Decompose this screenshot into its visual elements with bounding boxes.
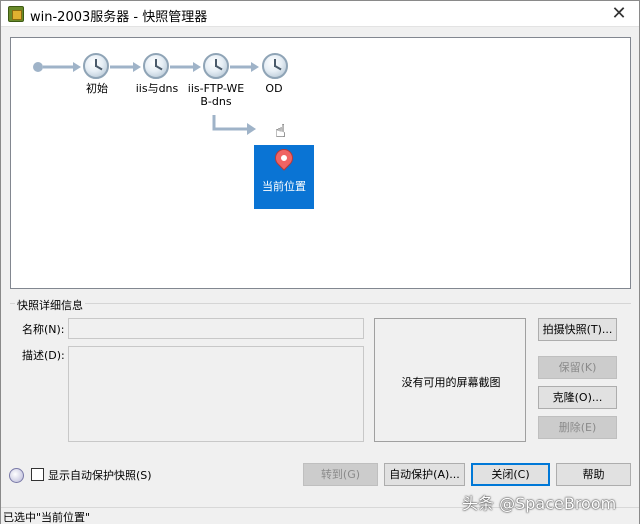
window-title: win-2003服务器 - 快照管理器 (30, 10, 208, 25)
snapshot-label-line: B-dns (200, 95, 232, 108)
take-snapshot-button[interactable]: 拍摄快照(T)... (538, 318, 617, 341)
hand-cursor-icon: ☝ (275, 121, 286, 142)
snapshot-clock-icon[interactable] (83, 53, 109, 79)
snapshot-label-line: iis-FTP-WE (187, 82, 245, 95)
current-position-node[interactable]: 当前位置 (254, 145, 314, 209)
screenshot-preview: 没有可用的屏幕截图 (374, 318, 526, 442)
vmware-app-icon (8, 6, 24, 22)
snapshot-manager-window: win-2003服务器 - 快照管理器 ✕ 初始 iis与dns iis-FTP… (0, 0, 640, 524)
snapshot-clock-icon[interactable] (262, 53, 288, 79)
goto-button[interactable]: 转到(G) (303, 463, 378, 486)
tree-root-dot (33, 62, 43, 72)
map-pin-icon (271, 145, 297, 171)
clone-button[interactable]: 克隆(O)... (538, 386, 617, 409)
snapshot-tree-canvas[interactable]: 初始 iis与dns iis-FTP-WE B-dns OD ☝ 当前位置 (10, 37, 631, 289)
delete-button[interactable]: 删除(E) (538, 416, 617, 439)
close-button[interactable]: 关闭(C) (471, 463, 550, 486)
keep-button[interactable]: 保留(K) (538, 356, 617, 379)
status-text: 已选中"当前位置" (3, 511, 91, 524)
snapshot-label-iis-dns[interactable]: iis与dns (129, 82, 185, 95)
autoprotect-button[interactable]: 自动保护(A)... (384, 463, 465, 486)
snapshot-clock-icon[interactable] (203, 53, 229, 79)
snapshot-label-initial[interactable]: 初始 (71, 82, 123, 95)
description-field[interactable] (68, 346, 364, 442)
autoprotect-status-icon (9, 468, 24, 483)
snapshot-details-title: 快照详细信息 (15, 297, 85, 313)
help-button[interactable]: 帮助 (556, 463, 631, 486)
connector-arrow (247, 123, 256, 135)
watermark-text: 头条 @SpaceBroom (462, 494, 617, 513)
name-field[interactable] (68, 318, 364, 339)
connector-arrow (251, 62, 259, 72)
connector-line (212, 115, 249, 131)
snapshot-clock-icon[interactable] (143, 53, 169, 79)
close-window-icon[interactable]: ✕ (607, 3, 631, 25)
connector-arrow (133, 62, 141, 72)
connector-arrow (73, 62, 81, 72)
no-screenshot-text: 没有可用的屏幕截图 (401, 376, 501, 389)
name-label: 名称(N): (22, 323, 65, 336)
title-bar: win-2003服务器 - 快照管理器 ✕ (1, 1, 639, 27)
snapshot-label-od[interactable]: OD (257, 82, 291, 95)
current-position-label: 当前位置 (262, 180, 306, 193)
show-autoprotect-checkbox[interactable] (31, 468, 44, 481)
snapshot-label-iis-ftp-web-dns[interactable]: iis-FTP-WE B-dns (185, 82, 247, 108)
connector-arrow (193, 62, 201, 72)
description-label: 描述(D): (22, 349, 65, 362)
show-autoprotect-label[interactable]: 显示自动保护快照(S) (48, 467, 152, 483)
